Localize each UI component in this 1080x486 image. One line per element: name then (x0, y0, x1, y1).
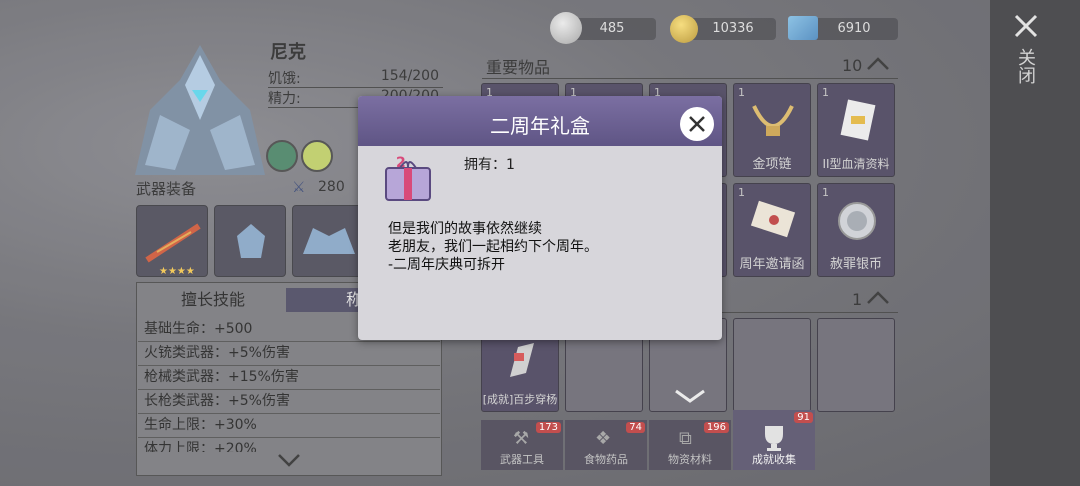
modal-header: 二周年礼盒 (358, 96, 722, 146)
modal-title: 二周年礼盒 (490, 114, 590, 138)
gift-box-icon: 2 (385, 155, 431, 201)
item-detail-modal: 二周年礼盒 2 拥有：1 但是我们的故事依然继续 老朋友，我们一起相约下个周年。… (358, 96, 722, 340)
item-description-line: 老朋友，我们一起相约下个周年。 (388, 239, 598, 255)
owned-count: 拥有：1 (464, 157, 515, 173)
item-description-line: 但是我们的故事依然继续 (388, 221, 542, 237)
close-icon[interactable] (680, 107, 714, 141)
modal-close-button[interactable] (680, 107, 714, 141)
item-description-line: -二周年庆典可拆开 (388, 257, 506, 273)
